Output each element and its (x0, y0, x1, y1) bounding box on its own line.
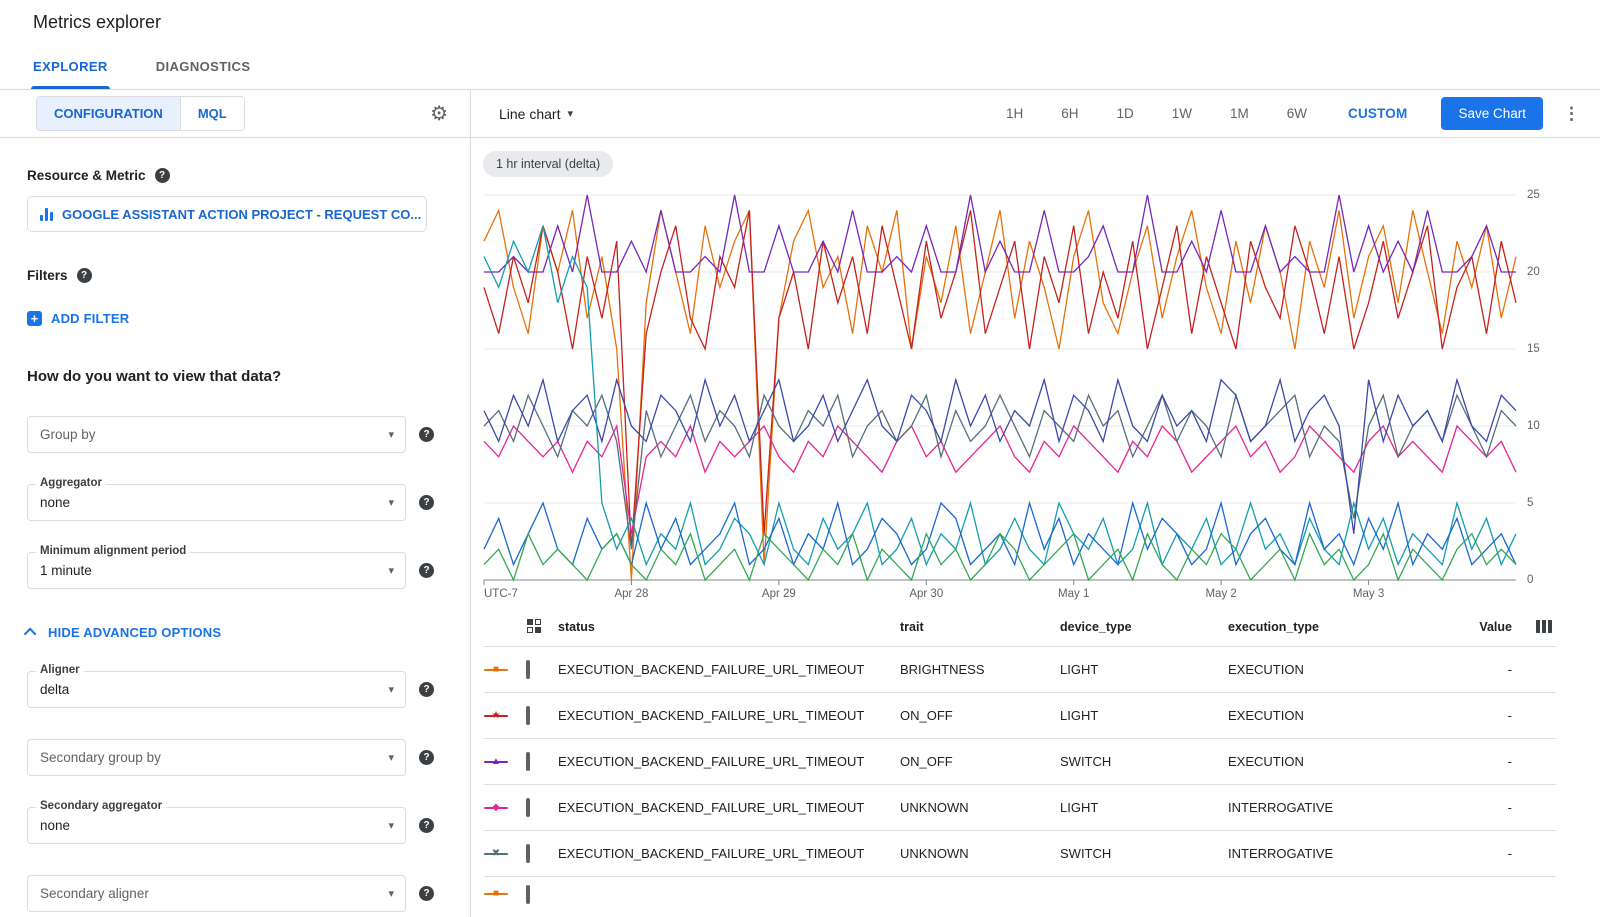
toggle-legend-icon[interactable] (527, 619, 542, 634)
plus-icon: + (27, 311, 42, 326)
column-selector-icon[interactable] (1536, 620, 1552, 633)
row-checkbox[interactable] (526, 660, 530, 679)
series-marker-icon: ◆ (484, 801, 508, 815)
tab-diagnostics[interactable]: DIAGNOSTICS (132, 44, 275, 89)
col-trait[interactable]: trait (900, 620, 1060, 634)
content: CONFIGURATION MQL ⚙ Resource & Metric ? … (0, 90, 1600, 917)
add-filter-button[interactable]: + ADD FILTER (27, 311, 129, 326)
fields-main: Group by ▾ ? Aggregator none ▾ ? Minimum… (27, 416, 434, 589)
help-icon[interactable]: ? (419, 886, 434, 901)
chart-svg (484, 185, 1516, 581)
series-marker-icon: ■ (484, 663, 508, 677)
resource-metric-label: Resource & Metric ? (27, 168, 434, 183)
row-checkbox[interactable] (526, 798, 530, 817)
range-button-6h[interactable]: 6H (1042, 98, 1097, 129)
range-button-1m[interactable]: 1M (1211, 98, 1268, 129)
series-marker-icon: ▲ (484, 755, 508, 769)
series-marker-icon: ✖ (484, 847, 508, 861)
col-device-type[interactable]: device_type (1060, 620, 1228, 634)
fields-advanced: Aligner delta ▾ ? Secondary group by ▾ ?… (27, 671, 434, 912)
row-checkbox[interactable] (526, 885, 530, 904)
help-icon[interactable]: ? (419, 682, 434, 697)
field-secondary-aligner: Secondary aligner ▾ ? (27, 875, 434, 912)
configuration-sidebar: CONFIGURATION MQL ⚙ Resource & Metric ? … (0, 90, 471, 917)
gear-icon[interactable]: ⚙ (430, 104, 448, 124)
row-checkbox[interactable] (526, 752, 530, 771)
interval-chip[interactable]: 1 hr interval (delta) (483, 151, 613, 177)
chart-panel: Line chart ▾ 1H6H1D1W1M6W CUSTOM Save Ch… (471, 90, 1600, 917)
help-icon[interactable]: ? (77, 268, 92, 283)
titlebar: Metrics explorer (0, 0, 1600, 44)
time-range-group: 1H6H1D1W1M6W (987, 98, 1326, 129)
table-body: ■ EXECUTION_BACKEND_FAILURE_URL_TIMEOUT … (484, 647, 1556, 912)
series-marker-icon: ★ (484, 709, 508, 723)
chevron-up-icon (24, 628, 37, 641)
range-button-custom[interactable]: CUSTOM (1326, 98, 1429, 129)
chevron-down-icon: ▾ (388, 819, 394, 832)
chip-row: 1 hr interval (delta) (471, 138, 1600, 177)
chevron-down-icon: ▾ (388, 751, 394, 764)
mode-segmented-control: CONFIGURATION MQL (36, 96, 245, 131)
col-execution-type[interactable]: execution_type (1228, 620, 1450, 634)
view-data-question: How do you want to view that data? (27, 368, 434, 385)
field-secondary-aggregator: Secondary aggregator none ▾ ? (27, 807, 434, 844)
field-aggregator: Aggregator none ▾ ? (27, 484, 434, 521)
bar-chart-icon (40, 208, 53, 221)
line-chart: UTC-7Apr 28Apr 29Apr 30May 1May 2May 3 0… (484, 185, 1600, 607)
help-icon[interactable]: ? (419, 495, 434, 510)
chevron-down-icon: ▾ (388, 564, 394, 577)
table-header: status trait device_type execution_type … (484, 607, 1556, 647)
page-title: Metrics explorer (33, 12, 161, 33)
help-icon[interactable]: ? (419, 427, 434, 442)
chevron-down-icon: ▾ (388, 887, 394, 900)
table-row[interactable]: ◆ EXECUTION_BACKEND_FAILURE_URL_TIMEOUT … (484, 785, 1556, 831)
series-table: status trait device_type execution_type … (484, 607, 1556, 912)
range-button-1h[interactable]: 1H (987, 98, 1042, 129)
sidebar-body: Resource & Metric ? GOOGLE ASSISTANT ACT… (0, 138, 470, 912)
chevron-down-icon: ▾ (388, 428, 394, 441)
field-aligner: Aligner delta ▾ ? (27, 671, 434, 708)
range-button-1w[interactable]: 1W (1153, 98, 1211, 129)
sidebar-header: CONFIGURATION MQL ⚙ (0, 90, 470, 138)
y-axis-labels: 0510152025 (1516, 185, 1556, 581)
chevron-down-icon: ▾ (388, 683, 394, 696)
tab-explorer[interactable]: EXPLORER (9, 44, 132, 89)
table-row[interactable]: ■ EXECUTION_BACKEND_FAILURE_URL_TIMEOUT … (484, 647, 1556, 693)
plot-area[interactable]: UTC-7Apr 28Apr 29Apr 30May 1May 2May 3 (484, 185, 1516, 581)
tab-mql[interactable]: MQL (180, 97, 244, 130)
field-secondary-group-by: Secondary group by ▾ ? (27, 739, 434, 776)
chevron-down-icon: ▾ (388, 496, 394, 509)
table-row[interactable]: ■ (484, 877, 1556, 912)
chart-toolbar: Line chart ▾ 1H6H1D1W1M6W CUSTOM Save Ch… (471, 90, 1600, 138)
row-checkbox[interactable] (526, 844, 530, 863)
range-button-1d[interactable]: 1D (1097, 98, 1152, 129)
filters-label: Filters ? (27, 268, 434, 283)
help-icon[interactable]: ? (419, 818, 434, 833)
chevron-down-icon: ▾ (567, 107, 573, 120)
x-axis-labels: UTC-7Apr 28Apr 29Apr 30May 1May 2May 3 (484, 585, 1516, 605)
kebab-menu-icon[interactable]: ⋮ (1557, 100, 1586, 128)
table-row[interactable]: ★ EXECUTION_BACKEND_FAILURE_URL_TIMEOUT … (484, 693, 1556, 739)
series-marker-icon: ■ (484, 887, 508, 901)
range-button-6w[interactable]: 6W (1268, 98, 1326, 129)
col-status[interactable]: status (558, 620, 900, 634)
save-chart-button[interactable]: Save Chart (1441, 97, 1543, 130)
field-group-by: Group by ▾ ? (27, 416, 434, 453)
row-checkbox[interactable] (526, 706, 530, 725)
table-row[interactable]: ✖ EXECUTION_BACKEND_FAILURE_URL_TIMEOUT … (484, 831, 1556, 877)
help-icon[interactable]: ? (419, 563, 434, 578)
help-icon[interactable]: ? (419, 750, 434, 765)
table-row[interactable]: ▲ EXECUTION_BACKEND_FAILURE_URL_TIMEOUT … (484, 739, 1556, 785)
main-tabbar: EXPLORER DIAGNOSTICS (0, 44, 1600, 90)
chart-type-dropdown[interactable]: Line chart ▾ (499, 106, 573, 122)
col-value[interactable]: Value (1450, 620, 1512, 634)
hide-advanced-options-button[interactable]: HIDE ADVANCED OPTIONS (27, 625, 221, 640)
tab-configuration[interactable]: CONFIGURATION (37, 97, 180, 130)
help-icon[interactable]: ? (155, 168, 170, 183)
field-minimum-alignment-period: Minimum alignment period 1 minute ▾ ? (27, 552, 434, 589)
selected-metric-button[interactable]: GOOGLE ASSISTANT ACTION PROJECT - REQUES… (27, 196, 427, 232)
